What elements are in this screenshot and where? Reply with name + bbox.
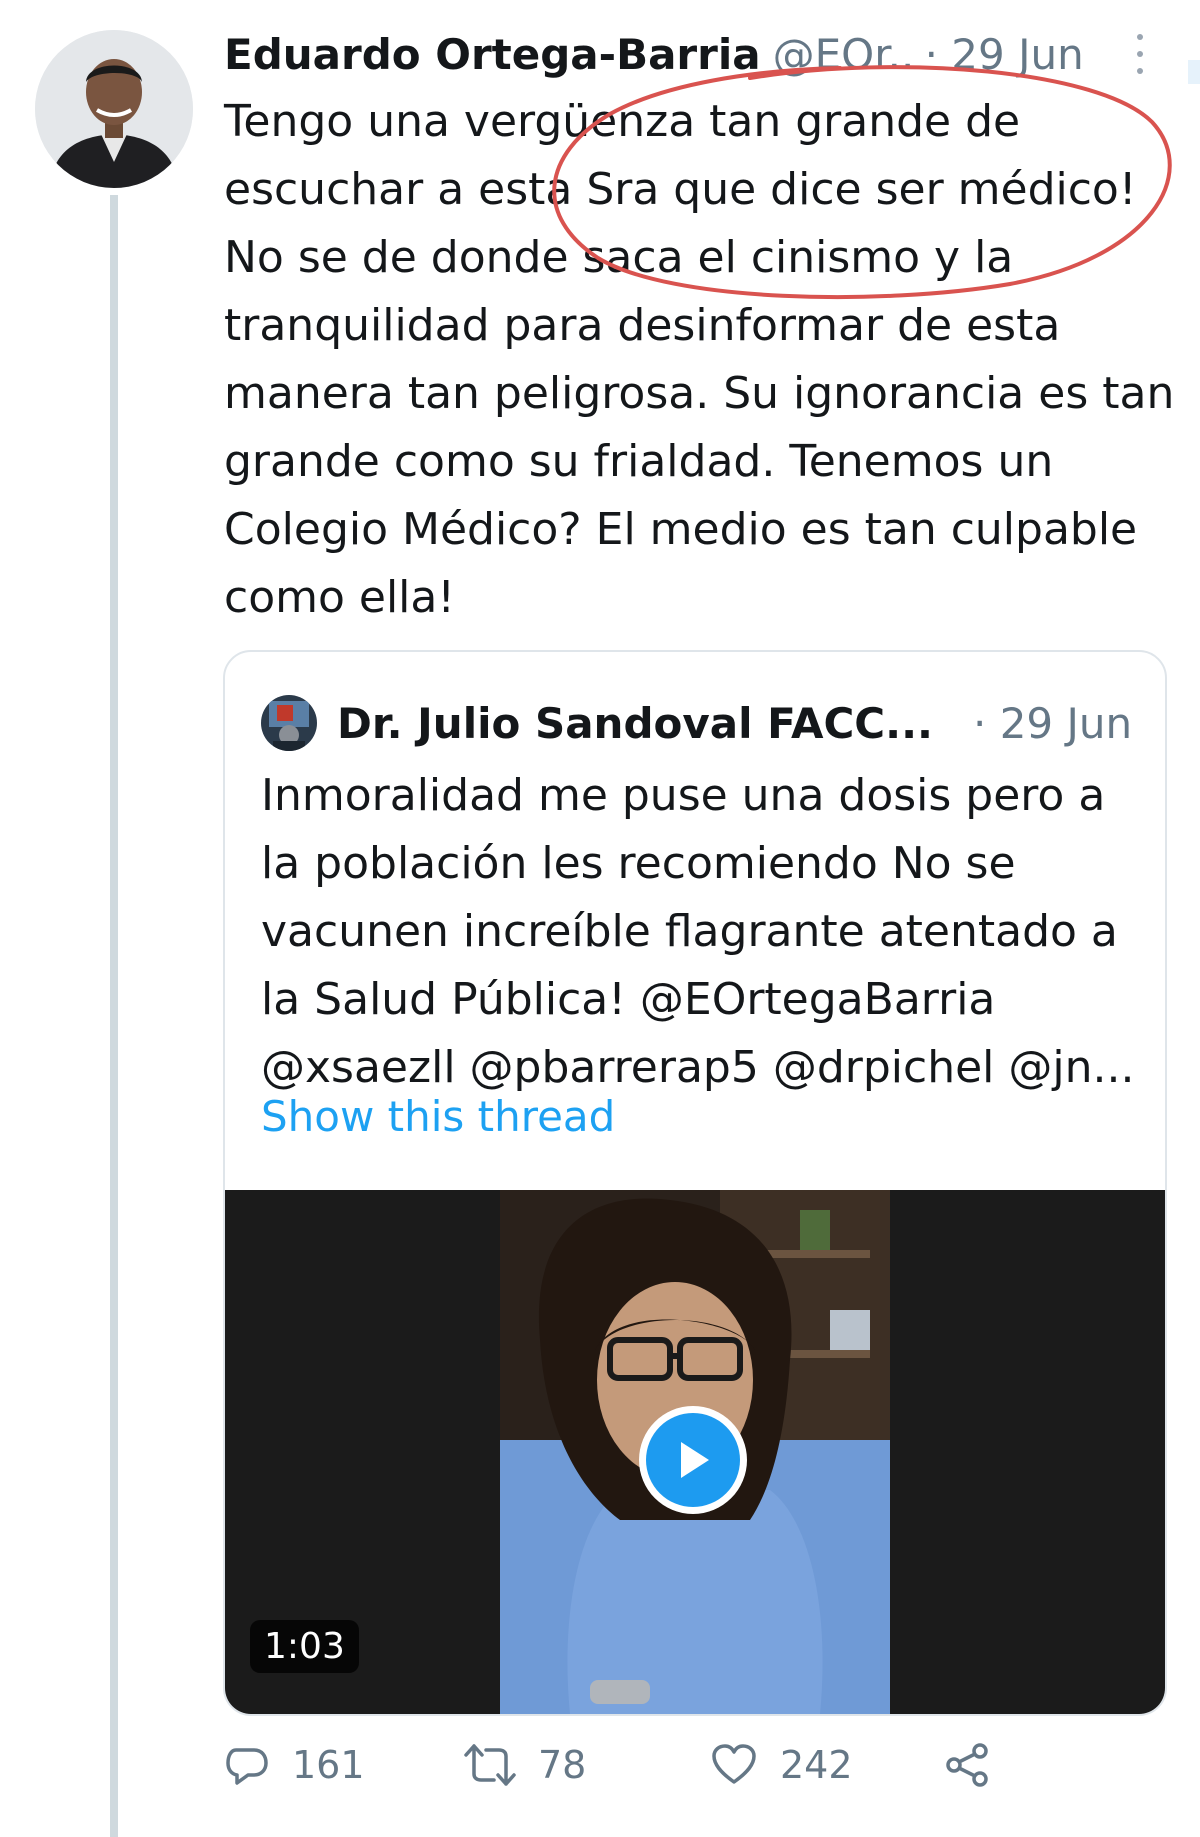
reply-icon [226, 1748, 268, 1785]
author-avatar[interactable] [35, 30, 193, 188]
tweet-date[interactable]: · 29 Jun [925, 30, 1084, 79]
quoted-tweet-card[interactable]: Dr. Julio Sandoval FACC... · 29 Jun Inmo… [223, 650, 1167, 1716]
more-vertical-icon[interactable] [1128, 34, 1152, 74]
retweet-count: 78 [538, 1743, 587, 1787]
quoted-author-name[interactable]: Dr. Julio Sandoval FACC... [337, 699, 937, 748]
author-name[interactable]: Eduardo Ortega-Barria [224, 30, 761, 79]
play-icon [646, 1413, 740, 1507]
share-button[interactable] [944, 1742, 1012, 1788]
like-button[interactable]: 242 [710, 1742, 853, 1788]
author-handle[interactable]: @EOr... [773, 30, 913, 79]
thread-connector-line [110, 195, 118, 1837]
share-icon [946, 1743, 988, 1787]
tweet-header: Eduardo Ortega-Barria @EOr... · 29 Jun [224, 22, 1174, 86]
tweet-text: Tengo una vergüenza tan grande de escuch… [224, 96, 1175, 623]
author-photo [35, 30, 193, 188]
quoted-tweet-header: Dr. Julio Sandoval FACC... · 29 Jun [261, 688, 1141, 758]
like-count: 242 [780, 1743, 853, 1787]
quoted-tweet-date[interactable]: · 29 Jun [973, 699, 1132, 748]
retweet-button[interactable]: 78 [464, 1742, 586, 1788]
play-button[interactable] [639, 1406, 747, 1514]
heart-icon [712, 1744, 756, 1784]
video-duration: 1:03 [250, 1620, 359, 1673]
retweet-icon [464, 1744, 516, 1786]
quoted-author-photo [261, 695, 317, 751]
tweet-actions: 161 78 242 [224, 1742, 1004, 1802]
quoted-tweet-text: Inmoralidad me puse una dosis pero a la … [261, 770, 1135, 1093]
video-player[interactable]: 1:03 [225, 1190, 1165, 1714]
reply-count: 161 [292, 1743, 365, 1787]
quoted-author-avatar[interactable] [261, 695, 317, 751]
reply-button[interactable]: 161 [224, 1742, 365, 1788]
show-thread-link[interactable]: Show this thread [261, 1092, 615, 1141]
scroll-indicator [1188, 60, 1200, 84]
